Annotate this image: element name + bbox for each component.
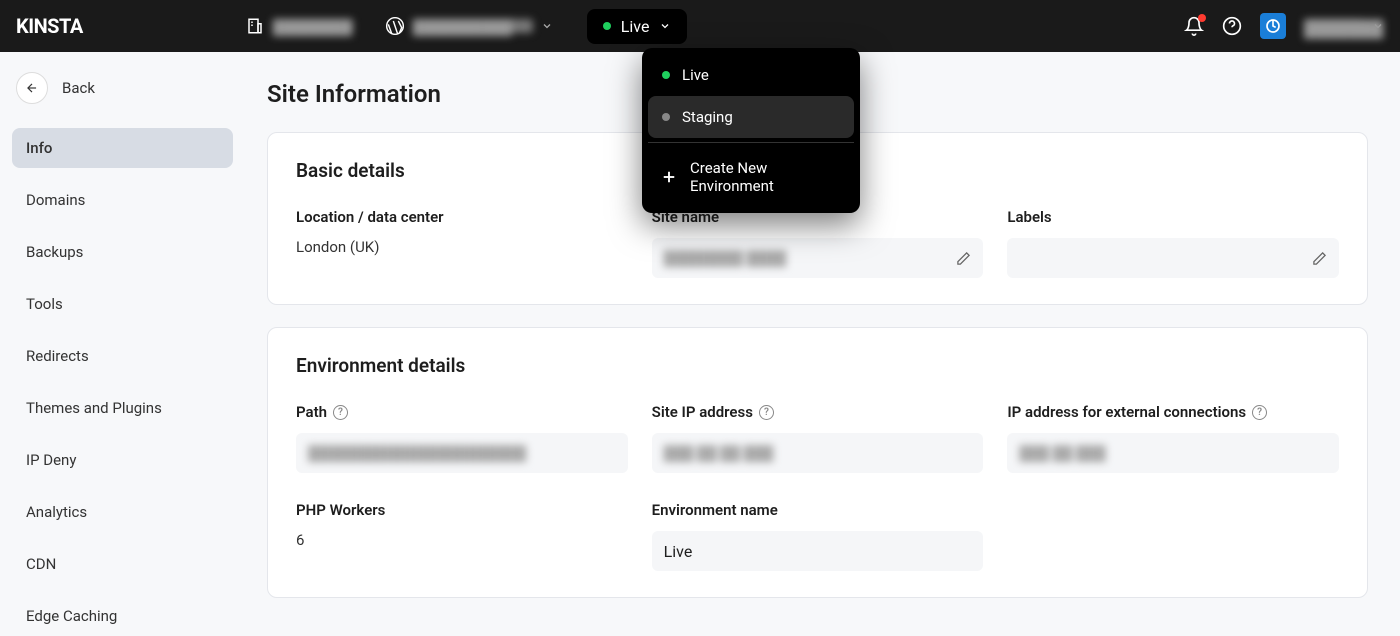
env-status-dot [603, 22, 611, 30]
siteip-label: Site IP address ? [652, 403, 984, 421]
sidebar-item-analytics[interactable]: Analytics [12, 492, 233, 532]
sidebar-item-cdn[interactable]: CDN [12, 544, 233, 584]
sidebar-item-edge-caching[interactable]: Edge Caching [12, 596, 233, 636]
sidebar-item-backups[interactable]: Backups [12, 232, 233, 272]
labels-label: Labels [1007, 208, 1339, 226]
sidebar-item-themes-plugins[interactable]: Themes and Plugins [12, 388, 233, 428]
back-label: Back [62, 79, 95, 97]
create-env-label: Create New Environment [690, 159, 842, 195]
env-details-title: Environment details [296, 354, 1339, 377]
create-environment-button[interactable]: Create New Environment [648, 147, 854, 207]
env-dot-gray [662, 113, 670, 121]
siteip-field: Site IP address ? ███ ██ ██ ███ [652, 403, 984, 473]
sidebar-item-domains[interactable]: Domains [12, 180, 233, 220]
labels-field: Labels [1007, 208, 1339, 278]
env-dot-green [662, 71, 670, 79]
sidebar-item-redirects[interactable]: Redirects [12, 336, 233, 376]
siteip-value: ███ ██ ██ ███ [664, 445, 774, 462]
envname-field: Environment name Live [652, 501, 984, 571]
back-arrow-circle [16, 72, 48, 104]
sitename-value: ████████ ████ [664, 250, 787, 267]
sidebar-item-info[interactable]: Info [12, 128, 233, 168]
logo: KINSTA [16, 14, 83, 38]
pencil-icon [956, 251, 971, 266]
envname-label: Environment name [652, 501, 984, 519]
php-workers-label: PHP Workers [296, 501, 628, 519]
header-right: ███████ [1184, 13, 1384, 39]
help-icon[interactable]: ? [759, 405, 774, 420]
sidebar-item-tools[interactable]: Tools [12, 284, 233, 324]
plus-icon [660, 168, 678, 186]
env-option-live[interactable]: Live [648, 54, 854, 96]
environment-details-card: Environment details Path ? █████████████… [267, 327, 1368, 598]
dropdown-divider [648, 142, 854, 143]
chevron-down-icon [541, 20, 553, 32]
help-icon[interactable]: ? [333, 405, 348, 420]
top-header: KINSTA ████████ ██████████ Live [0, 0, 1400, 52]
env-option-staging[interactable]: Staging [648, 96, 854, 138]
help-icon[interactable]: ? [1252, 405, 1267, 420]
notification-badge [1198, 14, 1206, 22]
path-value-box: ██████████████████████ [296, 433, 628, 473]
labels-input[interactable] [1007, 238, 1339, 278]
siteip-value-box: ███ ██ ██ ███ [652, 433, 984, 473]
extip-value-box: ███ ██ ███ [1007, 433, 1339, 473]
back-button[interactable]: Back [12, 72, 233, 104]
php-workers-field: PHP Workers 6 [296, 501, 628, 571]
env-option-label: Staging [682, 108, 733, 126]
site-selector[interactable]: ██████████ [375, 10, 563, 42]
extip-field: IP address for external connections ? ██… [1007, 403, 1339, 473]
env-option-label: Live [682, 66, 709, 84]
chevron-down-icon [659, 20, 671, 32]
building-icon [245, 16, 265, 36]
extip-value: ███ ██ ███ [1019, 445, 1105, 462]
location-label: Location / data center [296, 208, 628, 226]
company-selector[interactable]: ████████ [235, 10, 363, 42]
path-value: ██████████████████████ [308, 445, 526, 462]
wordpress-icon [385, 16, 405, 36]
envname-value-box: Live [652, 531, 984, 571]
path-field: Path ? ██████████████████████ [296, 403, 628, 473]
environment-dropdown: Live Staging Create New Environment [642, 48, 860, 213]
path-label: Path ? [296, 403, 628, 421]
pencil-icon [1312, 251, 1327, 266]
envname-value: Live [664, 542, 693, 561]
php-workers-value: 6 [296, 531, 628, 549]
user-name: ███████ [1304, 19, 1364, 33]
env-selected-label: Live [621, 17, 650, 36]
empty-field [1007, 501, 1339, 571]
company-name: ████████ [273, 19, 353, 33]
sidebar: Back Info Domains Backups Tools Redirect… [0, 52, 245, 613]
avatar[interactable] [1260, 13, 1286, 39]
notifications-button[interactable] [1184, 16, 1204, 36]
site-name: ██████████ [413, 19, 533, 33]
sitename-field: Site name ████████ ████ [652, 208, 984, 278]
sitename-input[interactable]: ████████ ████ [652, 238, 984, 278]
sidebar-item-ip-deny[interactable]: IP Deny [12, 440, 233, 480]
environment-selector[interactable]: Live [587, 9, 688, 44]
user-menu[interactable]: ███████ [1304, 19, 1384, 33]
location-value: London (UK) [296, 238, 628, 256]
location-field: Location / data center London (UK) [296, 208, 628, 278]
help-button[interactable] [1222, 16, 1242, 36]
extip-label: IP address for external connections ? [1007, 403, 1339, 421]
